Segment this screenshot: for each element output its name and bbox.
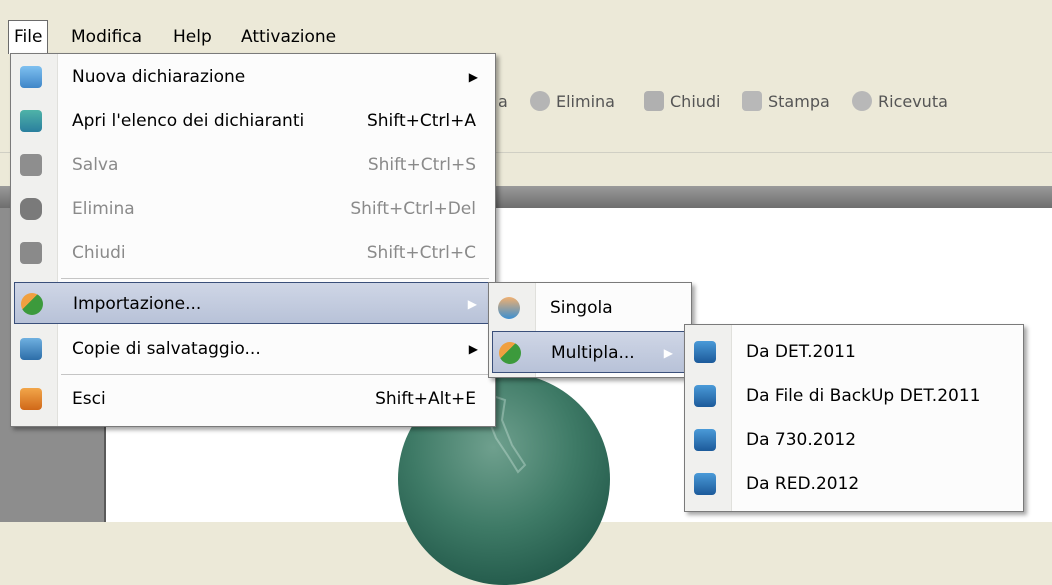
multiple-submenu: Da DET.2011 Da File di BackUp DET.2011 D… <box>684 324 1024 512</box>
menu-item-label: Copie di salvataggio... <box>72 339 261 359</box>
close-icon <box>20 242 42 264</box>
import-icon <box>21 293 43 315</box>
menu-item-label: Esci <box>72 389 106 409</box>
toolbar-close-label: Chiudi <box>670 91 721 111</box>
menu-item-label: Apri l'elenco dei dichiaranti <box>72 111 305 131</box>
open-list-icon <box>20 110 42 132</box>
menu-attivazione[interactable]: Attivazione <box>236 22 341 52</box>
multi-user-icon <box>499 342 521 364</box>
menu-item-label: Elimina <box>72 199 135 219</box>
menubar: File Modifica Help Attivazione <box>0 14 1052 54</box>
delete-icon <box>20 198 42 220</box>
menu-item-label: Salva <box>72 155 119 175</box>
menu-modifica[interactable]: Modifica <box>66 22 147 52</box>
menu-item-exit[interactable]: Esci Shift+Alt+E <box>14 378 492 420</box>
menu-item-shortcut: Shift+Ctrl+Del <box>350 199 476 219</box>
toolbar-close-button[interactable]: Chiudi <box>644 89 721 113</box>
receipt-icon <box>852 91 872 111</box>
submenu-arrow-icon: ▶ <box>467 297 477 311</box>
submenu-arrow-icon: ▶ <box>468 70 478 84</box>
menu-item-delete: Elimina Shift+Ctrl+Del <box>14 188 492 230</box>
database-icon <box>694 341 716 363</box>
submenu-arrow-icon: ▶ <box>468 342 478 356</box>
menu-item-label: Da DET.2011 <box>746 342 856 362</box>
menu-item-single[interactable]: Singola <box>492 287 688 329</box>
gear-icon <box>530 91 550 111</box>
menu-item-label: Singola <box>550 298 613 318</box>
menu-item-label: Da File di BackUp DET.2011 <box>746 386 981 406</box>
menu-item-backup[interactable]: Copie di salvataggio... ▶ <box>14 328 492 370</box>
menu-item-shortcut: Shift+Ctrl+A <box>366 111 476 131</box>
menu-file[interactable]: File <box>8 20 49 54</box>
toolbar-print-label: Stampa <box>768 91 830 111</box>
menu-item-shortcut: Shift+Alt+E <box>375 389 476 409</box>
toolbar-print-button[interactable]: Stampa <box>742 89 830 113</box>
import-submenu: Singola Multipla... ▶ <box>488 282 692 378</box>
menu-item-close: Chiudi Shift+Ctrl+C <box>14 232 492 274</box>
menu-item-multiple[interactable]: Multipla... ▶ <box>492 331 688 373</box>
menu-item-label: Nuova dichiarazione <box>72 67 246 87</box>
menu-separator <box>61 278 489 279</box>
exit-icon <box>20 388 42 410</box>
new-doc-icon <box>20 66 42 88</box>
menu-item-open-list[interactable]: Apri l'elenco dei dichiaranti Shift+Ctrl… <box>14 100 492 142</box>
menu-item-label: Da RED.2012 <box>746 474 860 494</box>
submenu-arrow-icon: ▶ <box>663 346 673 360</box>
save-icon <box>20 154 42 176</box>
menu-separator <box>61 374 489 375</box>
menu-item-shortcut: Shift+Ctrl+S <box>367 155 476 175</box>
toolbar-delete-button[interactable]: Elimina <box>530 89 615 113</box>
database-icon <box>694 473 716 495</box>
single-user-icon <box>498 297 520 319</box>
menu-item-label: Importazione... <box>73 294 202 314</box>
menu-item-import[interactable]: Importazione... ▶ <box>14 282 492 324</box>
menu-item-from-det-2011[interactable]: Da DET.2011 <box>688 331 1020 373</box>
menu-item-label: Chiudi <box>72 243 126 263</box>
menu-item-label: Da 730.2012 <box>746 430 857 450</box>
menu-item-new-declaration[interactable]: Nuova dichiarazione ▶ <box>14 56 492 98</box>
toolbar-partial-label: a <box>498 91 508 111</box>
toolbar-delete-label: Elimina <box>556 91 615 111</box>
file-menu: Nuova dichiarazione ▶ Apri l'elenco dei … <box>10 53 496 427</box>
menu-item-label: Multipla... <box>551 343 635 363</box>
window-close-icon <box>644 91 664 111</box>
toolbar-receipt-label: Ricevuta <box>878 91 948 111</box>
menu-item-save: Salva Shift+Ctrl+S <box>14 144 492 186</box>
menu-item-from-backup-det-2011[interactable]: Da File di BackUp DET.2011 <box>688 375 1020 417</box>
database-icon <box>694 385 716 407</box>
menu-item-from-red-2012[interactable]: Da RED.2012 <box>688 463 1020 505</box>
backup-icon <box>20 338 42 360</box>
menu-item-shortcut: Shift+Ctrl+C <box>366 243 476 263</box>
toolbar-receipt-button[interactable]: Ricevuta <box>852 89 948 113</box>
printer-icon <box>742 91 762 111</box>
database-icon <box>694 429 716 451</box>
menu-help[interactable]: Help <box>168 22 217 52</box>
menu-item-from-730-2012[interactable]: Da 730.2012 <box>688 419 1020 461</box>
